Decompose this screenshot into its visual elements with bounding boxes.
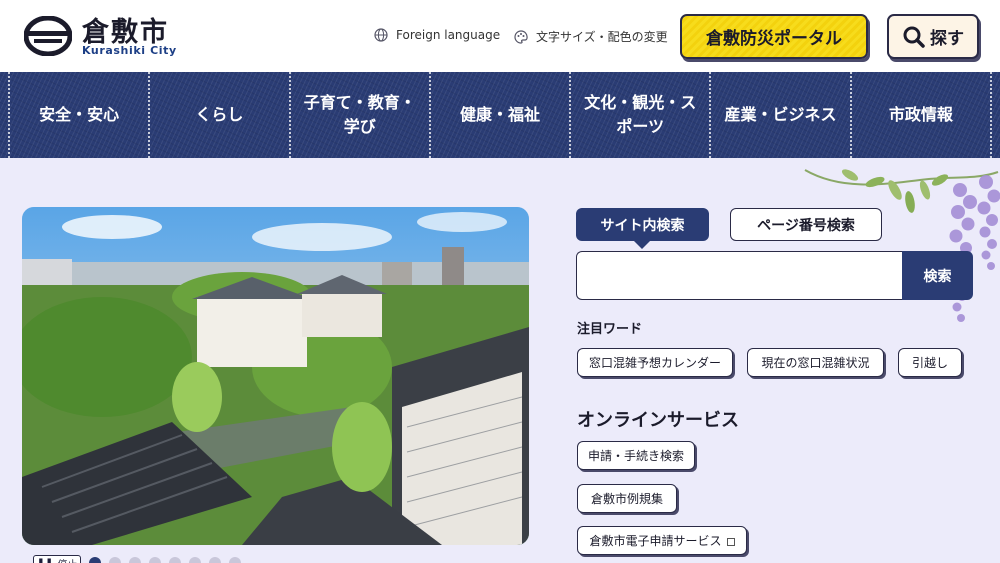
disaster-portal-button[interactable]: 倉敷防災ポータル: [680, 14, 868, 59]
slide-dot[interactable]: [89, 557, 101, 563]
slide-dot[interactable]: [169, 557, 181, 563]
search-submit-button[interactable]: 検索: [902, 251, 973, 300]
text-size-color-link[interactable]: 文字サイズ・配色の変更: [514, 28, 668, 45]
nav-item-education[interactable]: 子育て・教育・学び: [288, 72, 429, 158]
foreign-language-label: Foreign language: [396, 28, 501, 42]
featured-words-label: 注目ワード: [577, 322, 643, 337]
search-menu-button[interactable]: 探す: [887, 14, 979, 59]
nav-item-living[interactable]: くらし: [148, 72, 288, 158]
slide-dot[interactable]: [189, 557, 201, 563]
online-e-application-link[interactable]: 倉敷市電子申請サービス: [577, 526, 747, 555]
global-nav: 安全・安心 くらし 子育て・教育・学び 健康・福祉 文化・観光・スポーツ 産業・…: [0, 72, 1000, 158]
slide-dot[interactable]: [209, 557, 221, 563]
slide-dot[interactable]: [229, 557, 241, 563]
palette-icon: [514, 29, 528, 44]
chip-moving[interactable]: 引越し: [898, 348, 962, 377]
online-e-application-label: 倉敷市電子申請サービス: [589, 534, 722, 548]
pause-icon: ❚❚: [36, 557, 54, 563]
slideshow-pause-button[interactable]: ❚❚ 停止: [33, 555, 81, 563]
slide-dot[interactable]: [149, 557, 161, 563]
online-services-heading: オンラインサービス: [577, 410, 739, 431]
city-emblem-icon: [24, 16, 72, 56]
nav-item-safety[interactable]: 安全・安心: [8, 72, 148, 158]
city-logo-subtitle: Kurashiki City: [82, 44, 177, 57]
nav-item-business[interactable]: 産業・ビジネス: [709, 72, 849, 158]
hero-slideshow-image[interactable]: [22, 207, 529, 545]
tab-site-search[interactable]: サイト内検索: [576, 208, 709, 249]
nav-item-culture[interactable]: 文化・観光・スポーツ: [569, 72, 709, 158]
nav-item-health[interactable]: 健康・福祉: [428, 72, 569, 158]
chip-congestion-calendar[interactable]: 窓口混雑予想カレンダー: [577, 348, 733, 377]
globe-icon: [374, 28, 388, 42]
slide-dot[interactable]: [129, 557, 141, 563]
pause-label: 停止: [57, 556, 77, 563]
site-search-input[interactable]: [576, 251, 903, 300]
townscape-photo: [22, 207, 529, 545]
online-ordinances-link[interactable]: 倉敷市例規集: [577, 484, 677, 513]
text-size-color-label: 文字サイズ・配色の変更: [536, 30, 668, 44]
site-header: 倉敷市 Kurashiki City Foreign language 文字サイ…: [0, 0, 1000, 72]
slide-dot[interactable]: [109, 557, 121, 563]
nav-item-city-info[interactable]: 市政情報: [849, 72, 992, 158]
tab-page-number-search[interactable]: ページ番号検索: [730, 208, 882, 241]
search-menu-label: 探す: [930, 29, 964, 49]
slideshow-controls: ❚❚ 停止: [33, 555, 241, 563]
foreign-language-link[interactable]: Foreign language: [374, 28, 500, 42]
external-link-icon: [726, 537, 735, 546]
chip-current-congestion[interactable]: 現在の窓口混雑状況: [747, 348, 884, 377]
magnifier-icon: [903, 26, 925, 48]
online-procedure-search-link[interactable]: 申請・手続き検索: [577, 441, 695, 470]
